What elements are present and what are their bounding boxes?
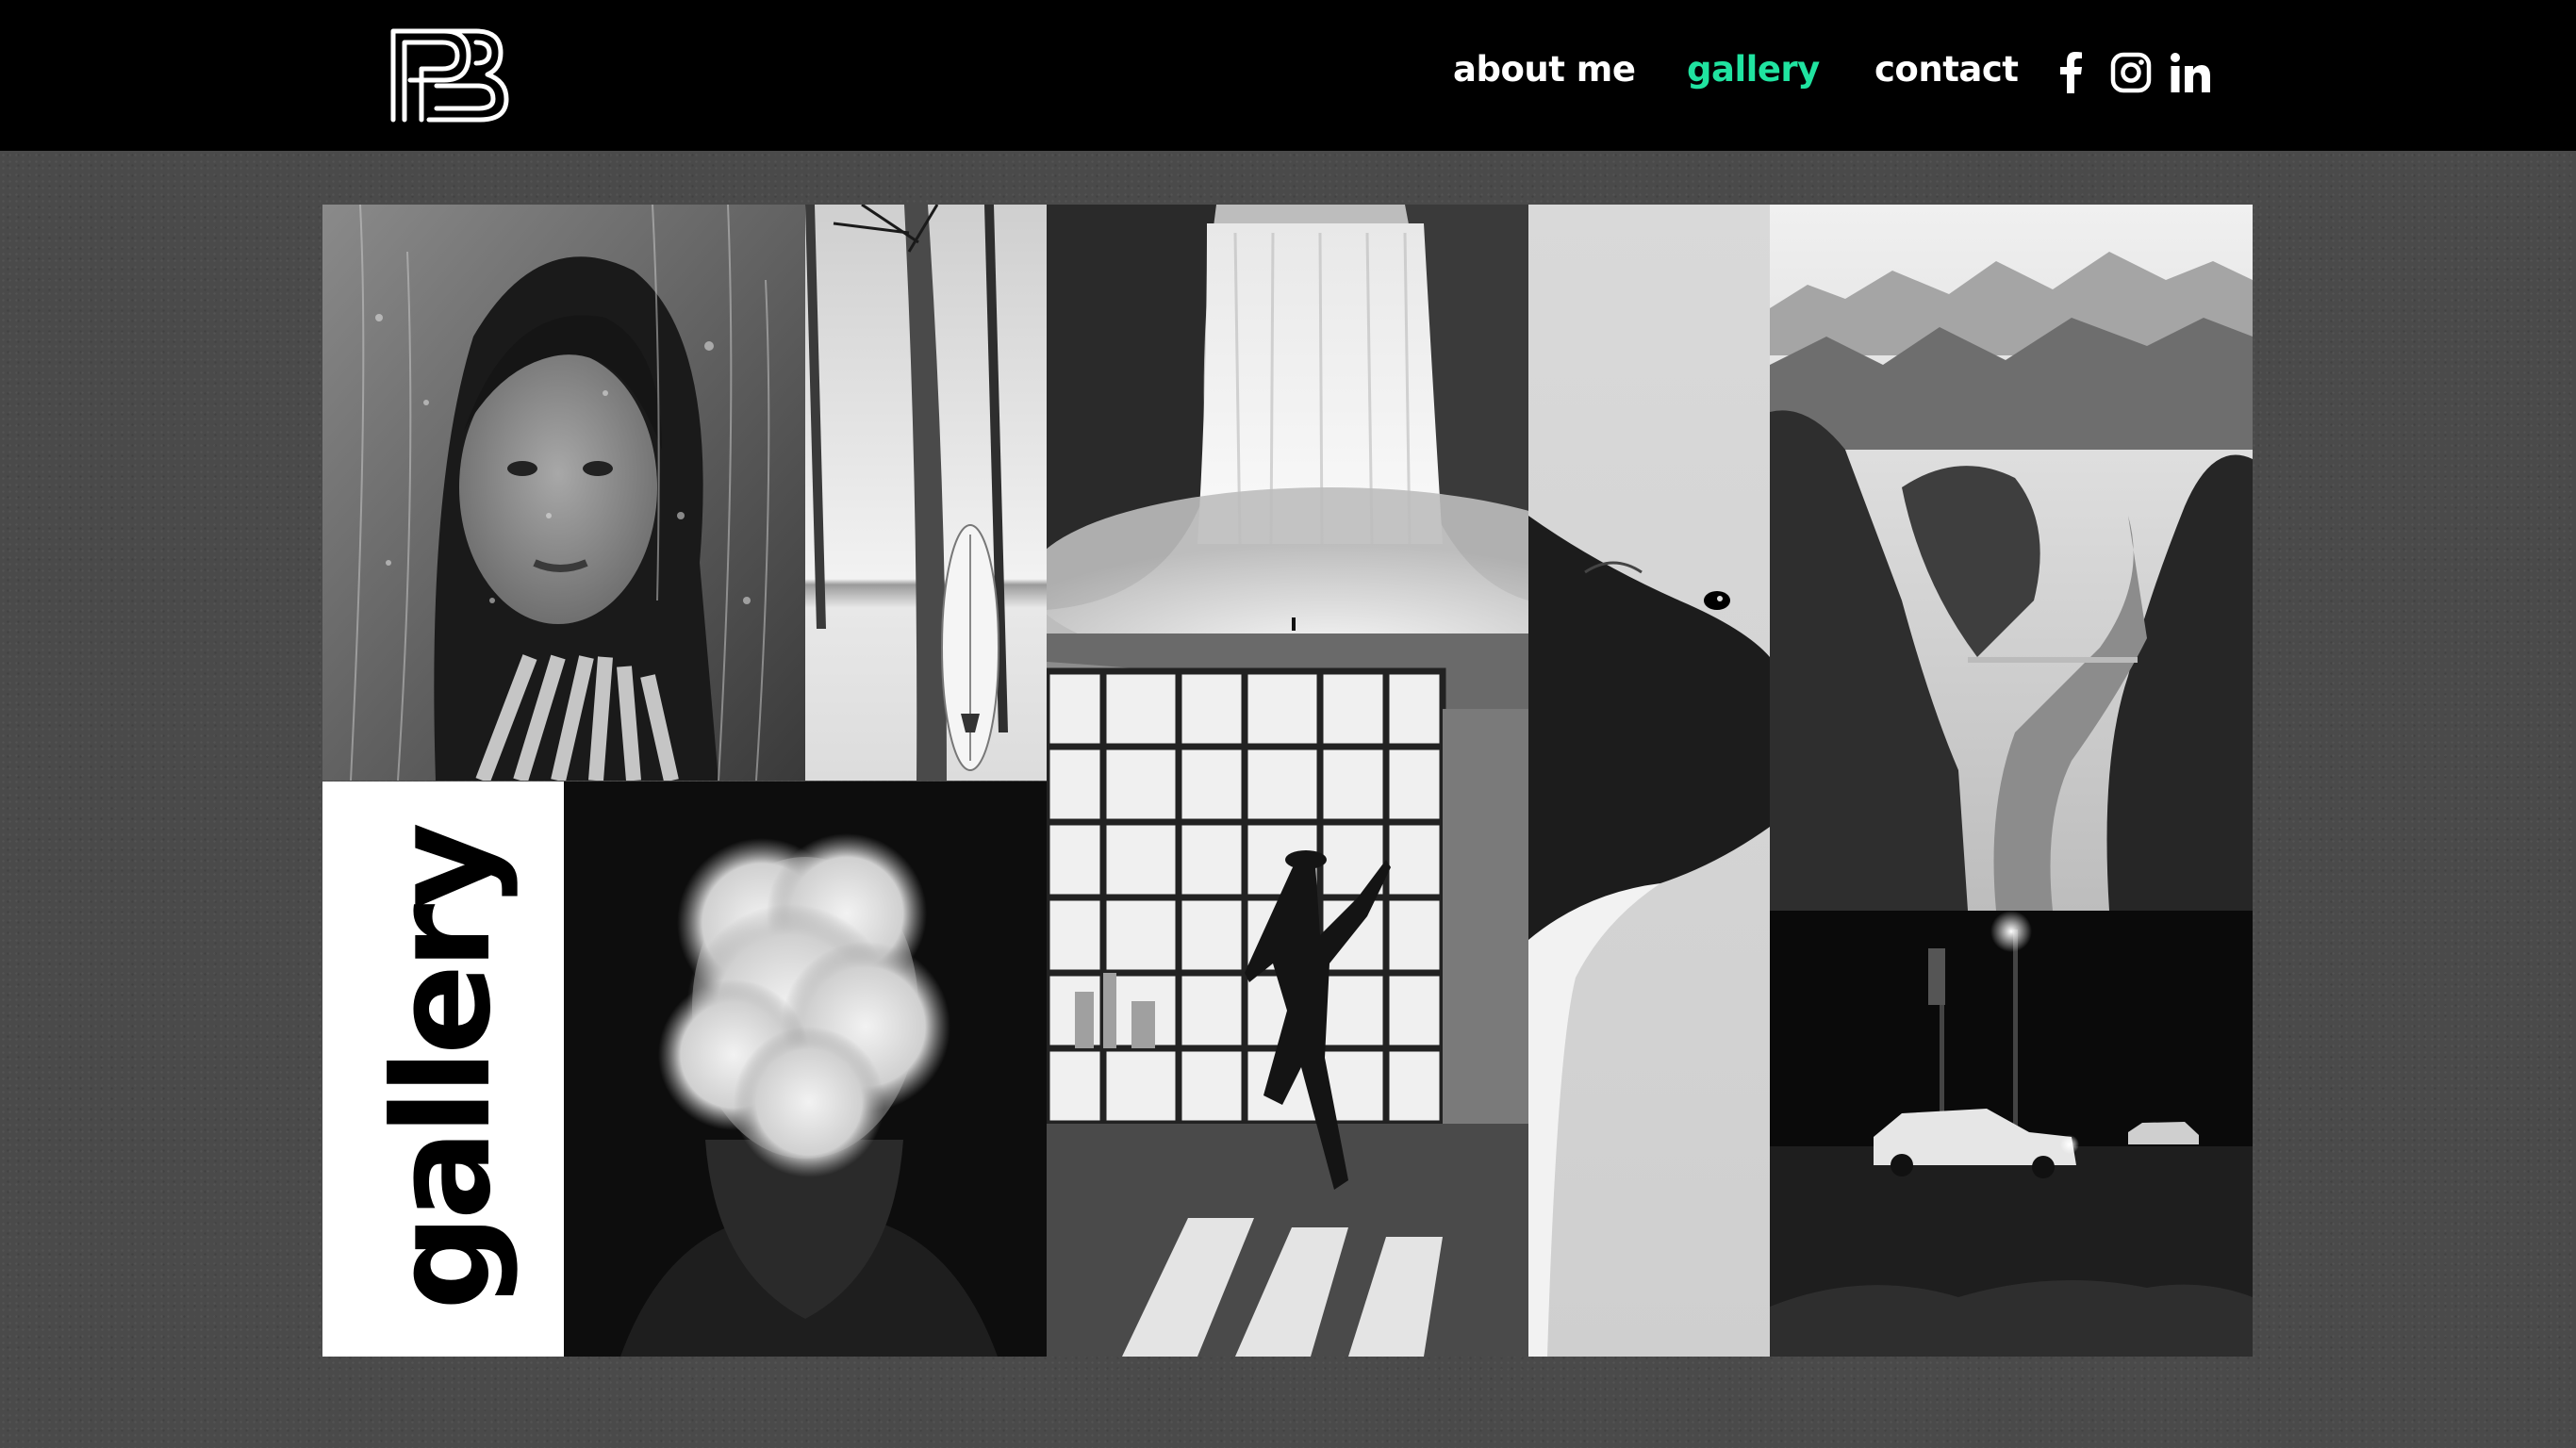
gallery-title-panel: gallery (322, 782, 564, 1357)
photo-river-valley[interactable] (1770, 205, 2253, 911)
site-header: about me gallery contact (0, 0, 2576, 151)
photo-car-night[interactable] (1770, 911, 2253, 1357)
photo-palm-surfboard[interactable] (805, 205, 1047, 781)
pb-logo-icon[interactable] (389, 27, 509, 123)
nav-contact[interactable]: contact (1874, 49, 2019, 90)
photo-dancer-window[interactable] (1047, 652, 1528, 1357)
photo-waterfall[interactable] (1047, 205, 1528, 652)
photo-dog-looking-up[interactable] (1528, 205, 1770, 1357)
linkedin-icon[interactable] (2170, 52, 2211, 93)
nav-about-me[interactable]: about me (1453, 49, 1636, 90)
gallery-title: gallery (365, 828, 520, 1310)
instagram-icon[interactable] (2110, 52, 2152, 93)
nav-gallery[interactable]: gallery (1687, 49, 1820, 90)
facebook-icon[interactable] (2051, 52, 2092, 93)
photo-portrait-wet-glass[interactable] (322, 205, 805, 781)
photo-smoke-face[interactable] (564, 782, 1047, 1357)
